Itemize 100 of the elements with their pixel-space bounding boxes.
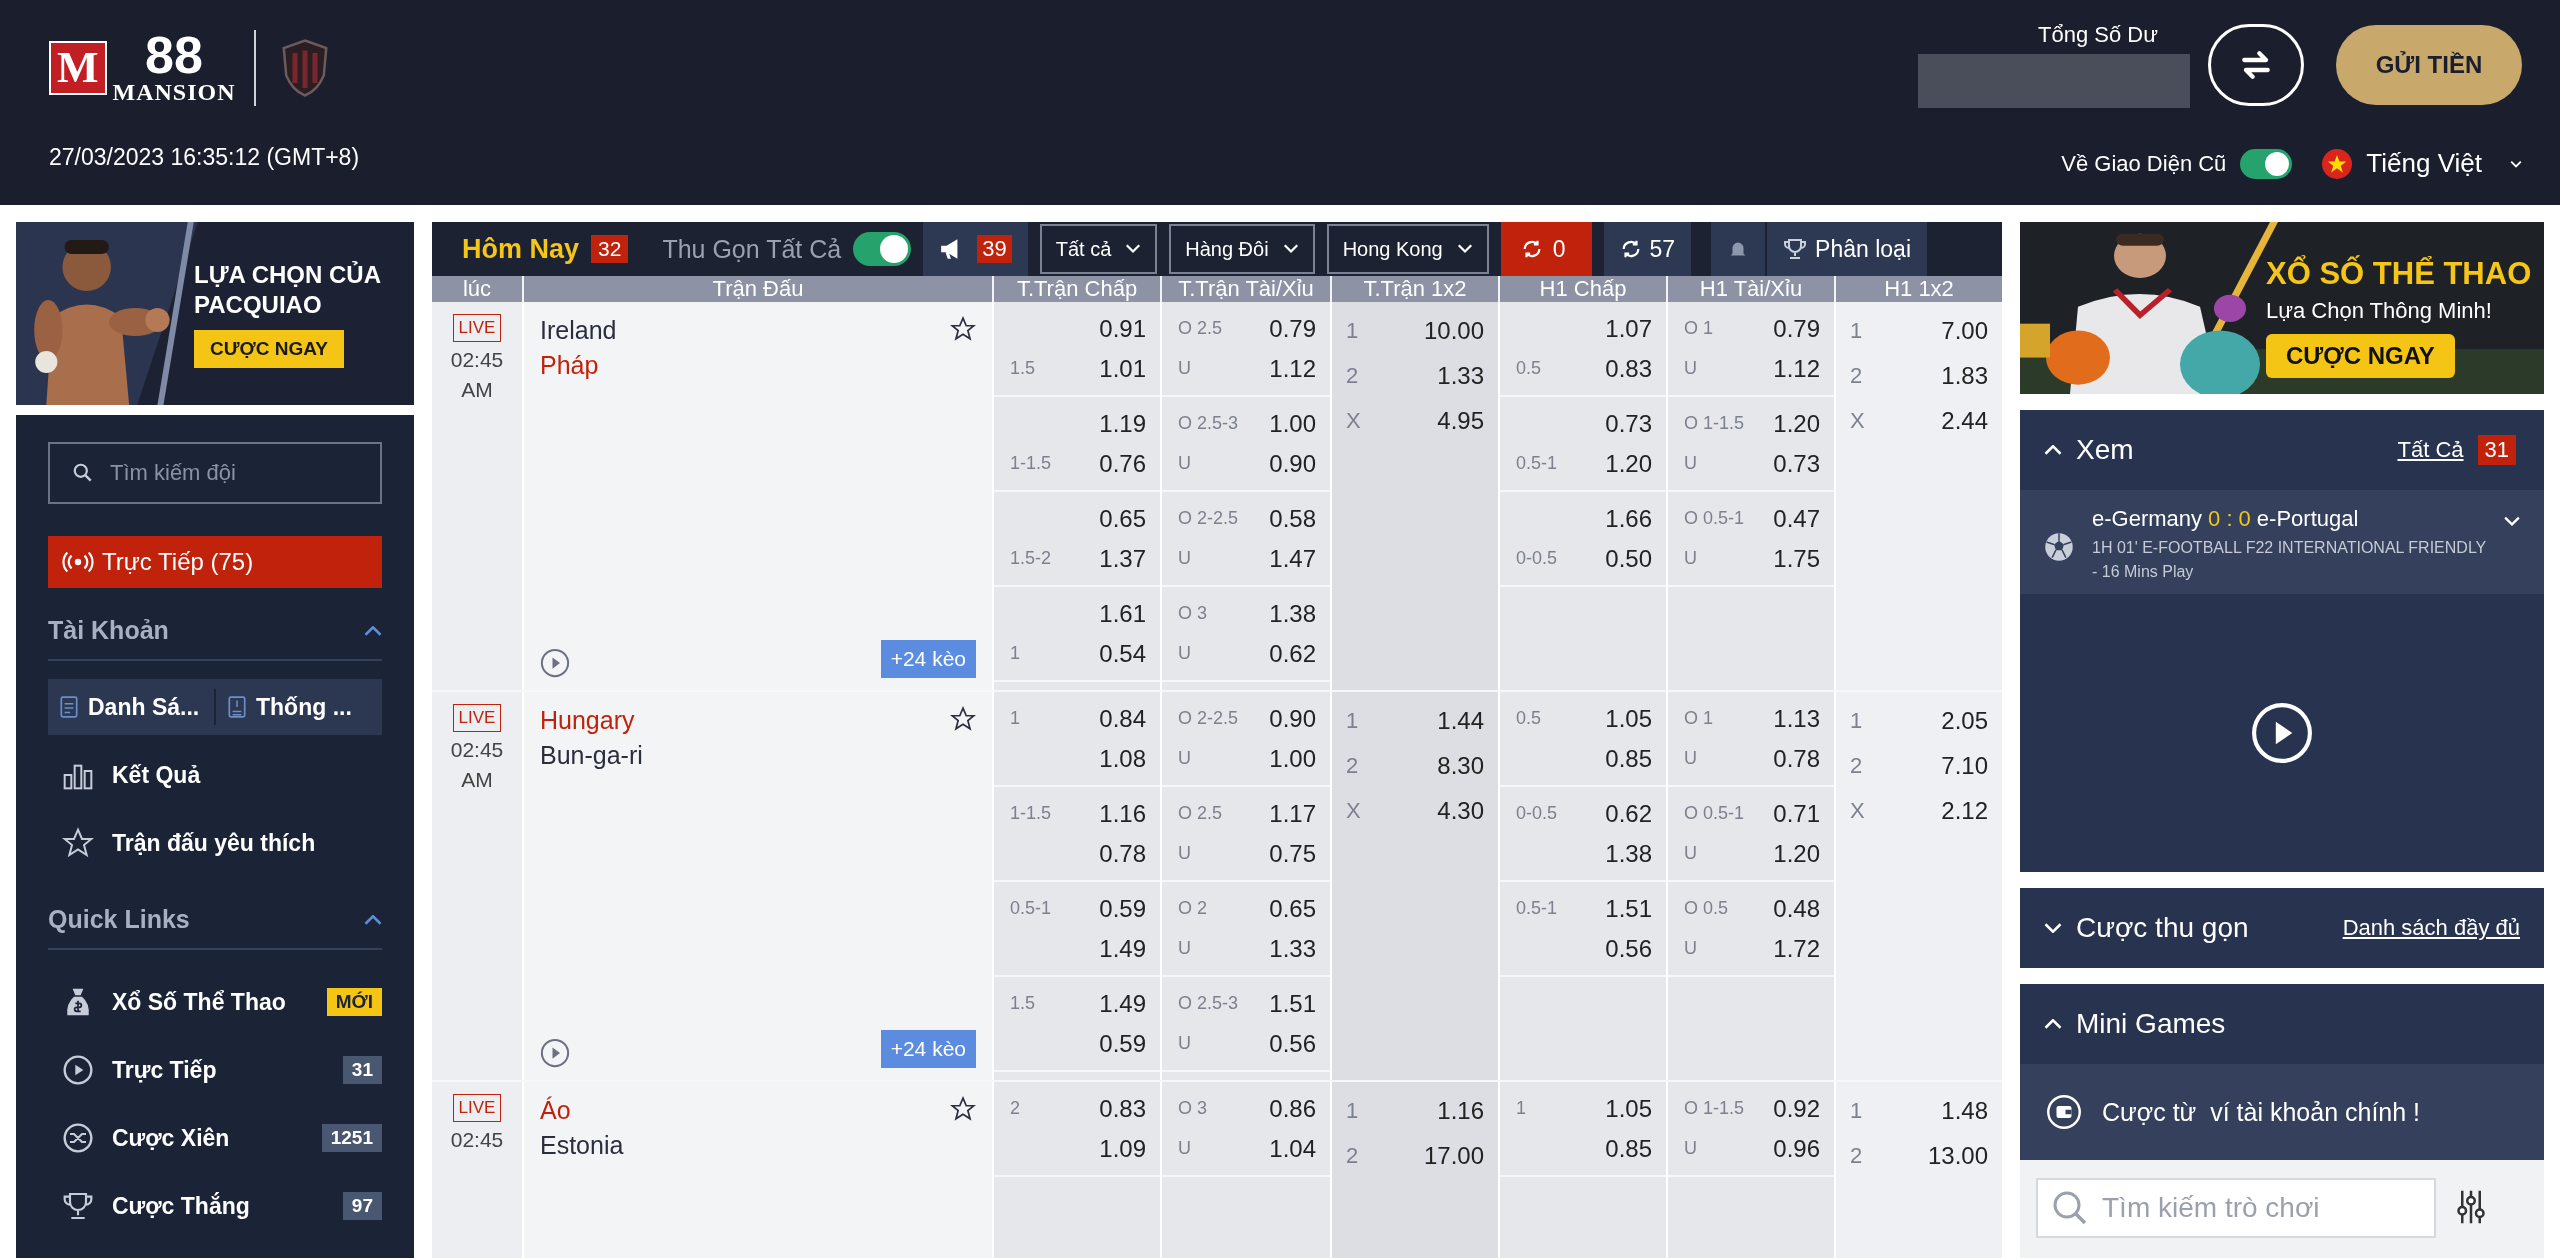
odds-value[interactable]: 0.83 (1605, 354, 1652, 383)
odds-value[interactable]: 13.00 (1927, 1142, 1988, 1170)
odds-value[interactable]: 1.16 (1099, 799, 1146, 828)
menu-item[interactable]: Cược Thắng (112, 1192, 343, 1220)
odds-value[interactable]: 0.58 (1269, 504, 1316, 533)
odds-value[interactable]: 0.65 (1099, 504, 1146, 533)
language-selector[interactable]: Tiếng Việt (2366, 148, 2482, 179)
notification-button[interactable] (1711, 222, 1766, 276)
odds-value[interactable]: 0.62 (1269, 639, 1316, 668)
menu-item[interactable]: Trận đấu yêu thích (112, 829, 382, 857)
odds-value[interactable]: 1.05 (1605, 1094, 1652, 1123)
odds-value[interactable]: 17.00 (1423, 1142, 1484, 1170)
bet-now-button[interactable]: CƯỢC NGAY (194, 330, 344, 368)
odds-value[interactable]: 0.78 (1099, 839, 1146, 868)
odds-value[interactable]: 1.38 (1605, 839, 1652, 868)
odds-value[interactable]: 1.04 (1269, 1134, 1316, 1163)
filter-dropdown[interactable]: Tất cả (1039, 224, 1158, 274)
full-list-link[interactable]: Danh sách đầy đủ (2342, 915, 2520, 941)
odds-value[interactable]: 0.85 (1605, 1134, 1652, 1163)
odds-value[interactable]: 7.10 (1941, 752, 1988, 780)
odds-value[interactable]: 1.13 (1773, 704, 1820, 733)
odds-value[interactable]: 1.33 (1437, 362, 1484, 390)
odds-value[interactable]: 0.50 (1605, 544, 1652, 573)
odds-value[interactable]: 4.30 (1437, 797, 1484, 825)
odds-value[interactable]: 0.75 (1269, 839, 1316, 868)
odds-value[interactable]: 1.01 (1099, 354, 1146, 383)
odds-value[interactable]: 1.09 (1099, 1134, 1146, 1163)
odds-value[interactable]: 1.66 (1605, 504, 1652, 533)
odds-value[interactable]: 1.49 (1099, 934, 1146, 963)
odds-value[interactable]: 0.83 (1099, 1094, 1146, 1123)
odds-value[interactable]: 1.49 (1099, 989, 1146, 1018)
odds-value[interactable]: 0.79 (1773, 314, 1820, 343)
odds-value[interactable]: 0.56 (1269, 1029, 1316, 1058)
chevron-down-icon[interactable] (2510, 159, 2522, 168)
bet-now-button[interactable]: CƯỢC NGAY (2266, 334, 2455, 378)
odds-value[interactable]: 1.47 (1269, 544, 1316, 573)
odds-value[interactable]: 1.38 (1269, 599, 1316, 628)
odds-value[interactable]: 4.95 (1437, 407, 1484, 435)
odds-value[interactable]: 1.12 (1269, 354, 1316, 383)
chevron-down-icon[interactable] (2504, 516, 2520, 526)
refresh-button[interactable]: 57 (1603, 222, 1692, 276)
odds-value[interactable]: 0.54 (1099, 639, 1146, 668)
odds-value[interactable]: 1.83 (1941, 362, 1988, 390)
odds-value[interactable]: 0.73 (1605, 409, 1652, 438)
chevron-down-icon[interactable] (2044, 923, 2062, 933)
odds-value[interactable]: 1.72 (1773, 934, 1820, 963)
menu-item[interactable]: Xổ Số Thể Thao (112, 988, 327, 1016)
odds-value[interactable]: 0.90 (1269, 704, 1316, 733)
odds-value[interactable]: 0.62 (1605, 799, 1652, 828)
odds-value[interactable]: 0.73 (1773, 449, 1820, 478)
account-tab[interactable]: Danh Sá... (48, 689, 214, 725)
logo-mark[interactable]: M (49, 41, 107, 95)
odds-value[interactable]: 1.19 (1099, 409, 1146, 438)
view-all-link[interactable]: Tất Cả (2397, 437, 2464, 463)
odds-value[interactable]: 2.12 (1941, 797, 1988, 825)
odds-value[interactable]: 1.05 (1605, 704, 1652, 733)
live-button[interactable]: Trực Tiếp (75) (48, 536, 382, 588)
odds-value[interactable]: 0.59 (1099, 894, 1146, 923)
odds-value[interactable]: 0.76 (1099, 449, 1146, 478)
toggle-switch[interactable] (853, 232, 912, 266)
odds-value[interactable]: 0.96 (1773, 1134, 1820, 1163)
pending-bets-button[interactable]: 0 (1500, 222, 1592, 276)
odds-value[interactable]: 1.20 (1773, 409, 1820, 438)
account-tab[interactable]: Thống ... (214, 689, 382, 725)
menu-item[interactable]: Kết Quả (112, 761, 382, 789)
odds-value[interactable]: 1.75 (1773, 544, 1820, 573)
game-search-field[interactable]: Tìm kiếm trò chơi (2036, 1178, 2436, 1238)
odds-value[interactable]: 0.48 (1773, 894, 1820, 923)
odds-value[interactable]: 0.59 (1099, 1029, 1146, 1058)
odds-value[interactable]: 2.44 (1941, 407, 1988, 435)
logo-number[interactable]: 88 (145, 31, 203, 79)
filter-dropdown[interactable]: Hàng Đôi (1169, 224, 1315, 274)
filter-dropdown[interactable]: Hong Kong (1326, 224, 1489, 274)
odds-value[interactable]: 1.37 (1099, 544, 1146, 573)
odds-value[interactable]: 0.90 (1269, 449, 1316, 478)
odds-value[interactable]: 0.92 (1773, 1094, 1820, 1123)
odds-value[interactable]: 0.84 (1099, 704, 1146, 733)
star-icon[interactable] (950, 316, 976, 342)
odds-value[interactable]: 1.48 (1941, 1097, 1988, 1125)
odds-value[interactable]: 1.12 (1773, 354, 1820, 383)
odds-value[interactable]: 8.30 (1437, 752, 1484, 780)
odds-value[interactable]: 1.51 (1269, 989, 1316, 1018)
odds-value[interactable]: 0.78 (1773, 744, 1820, 773)
odds-value[interactable]: 1.61 (1099, 599, 1146, 628)
menu-item[interactable]: Cược Xiên (112, 1124, 322, 1152)
odds-value[interactable]: 1.20 (1605, 449, 1652, 478)
live-match-row[interactable]: e-Germany 0 : 0 e-Portugal 1H 01' E-FOOTBALL F22 INTERNATIONAL FRIENDLY - 16 Mins Play (2020, 490, 2544, 594)
odds-value[interactable]: 0.47 (1773, 504, 1820, 533)
odds-value[interactable]: 0.85 (1605, 744, 1652, 773)
odds-value[interactable]: 1.51 (1605, 894, 1652, 923)
odds-value[interactable]: 0.71 (1773, 799, 1820, 828)
odds-value[interactable]: 1.17 (1269, 799, 1316, 828)
odds-value[interactable]: 0.91 (1099, 314, 1146, 343)
filter-sliders-icon[interactable] (2456, 1188, 2486, 1226)
odds-value[interactable]: 1.08 (1099, 744, 1146, 773)
odds-value[interactable]: 2.05 (1941, 707, 1988, 735)
odds-value[interactable]: 1.00 (1269, 409, 1316, 438)
star-icon[interactable] (950, 706, 976, 732)
odds-value[interactable]: 1.33 (1269, 934, 1316, 963)
announcement-button[interactable]: 39 (923, 222, 1028, 276)
